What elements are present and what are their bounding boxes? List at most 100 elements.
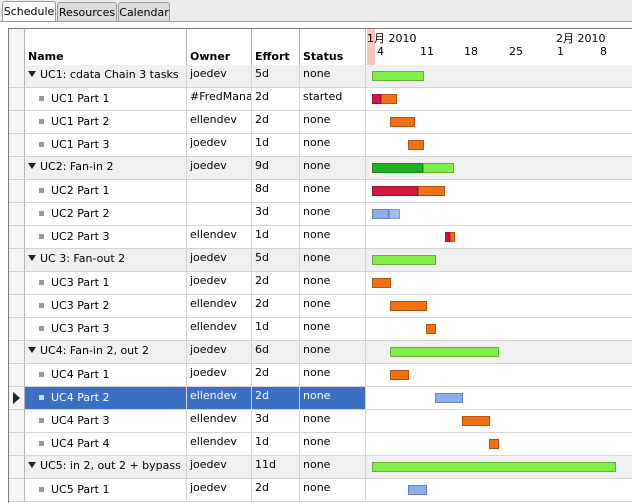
row-header[interactable] [9, 203, 25, 226]
cell-owner[interactable]: joedev [187, 65, 252, 88]
cell-name[interactable]: UC1 Part 2 [25, 111, 187, 134]
cell-name[interactable]: UC3 Part 2 [25, 295, 187, 318]
cell-owner[interactable] [187, 203, 252, 226]
cell-name[interactable]: UC4 Part 4 [25, 433, 187, 456]
timeline-header[interactable]: 1月 2010 2月 2010 4 11 18 25 1 8 [366, 29, 632, 65]
gantt-cell[interactable] [366, 295, 632, 318]
cell-owner[interactable] [187, 180, 252, 203]
cell-owner[interactable]: joedev [187, 272, 252, 295]
cell-owner[interactable]: ellendev [187, 295, 252, 318]
cell-effort[interactable]: 3d [252, 410, 300, 433]
gantt-cell[interactable] [366, 364, 632, 387]
cell-status[interactable]: none [300, 479, 366, 502]
task-bar[interactable] [372, 186, 418, 196]
summary-bar[interactable] [423, 163, 454, 173]
gantt-cell[interactable] [366, 226, 632, 249]
cell-name[interactable]: UC4 Part 1 [25, 364, 187, 387]
row-header[interactable] [9, 410, 25, 433]
task-row[interactable]: UC3 Part 2 ellendev 2d none [25, 295, 632, 318]
cell-owner[interactable]: joedev [187, 456, 252, 479]
cell-status[interactable]: none [300, 272, 366, 295]
cell-status[interactable]: none [300, 318, 366, 341]
gantt-cell[interactable] [366, 341, 632, 364]
tab-resources[interactable]: Resources [57, 2, 117, 22]
cell-status[interactable]: none [300, 341, 366, 364]
cell-effort[interactable]: 5d [252, 249, 300, 272]
cell-name[interactable]: UC2 Part 2 [25, 203, 187, 226]
cell-effort[interactable]: 2d [252, 295, 300, 318]
cell-status[interactable]: none [300, 111, 366, 134]
task-bar[interactable] [390, 370, 409, 380]
cell-name[interactable]: UC2: Fan-in 2 [25, 157, 187, 180]
cell-status[interactable]: none [300, 226, 366, 249]
cell-effort[interactable]: 6d [252, 341, 300, 364]
task-row[interactable]: UC4 Part 1 joedev 2d none [25, 364, 632, 387]
row-header[interactable] [9, 318, 25, 341]
cell-status[interactable]: none [300, 364, 366, 387]
cell-name[interactable]: UC2 Part 1 [25, 180, 187, 203]
cell-status[interactable]: none [300, 157, 366, 180]
row-header[interactable] [9, 111, 25, 134]
row-header[interactable] [9, 272, 25, 295]
cell-status[interactable]: none [300, 410, 366, 433]
task-row[interactable]: UC3 Part 3 ellendev 1d none [25, 318, 632, 341]
cell-name[interactable]: UC1 Part 3 [25, 134, 187, 157]
row-header[interactable] [9, 479, 25, 502]
gantt-cell[interactable] [366, 157, 632, 180]
expand-triangle-icon[interactable] [28, 163, 36, 169]
row-header[interactable] [9, 65, 25, 88]
task-bar[interactable] [418, 186, 445, 196]
gantt-cell[interactable] [366, 203, 632, 226]
cell-effort[interactable]: 8d [252, 180, 300, 203]
task-row[interactable]: UC4 Part 2 ellendev 2d none [25, 387, 632, 410]
row-header[interactable] [9, 295, 25, 318]
cell-effort[interactable]: 2d [252, 111, 300, 134]
task-row[interactable]: UC4 Part 3 ellendev 3d none [25, 410, 632, 433]
gantt-cell[interactable] [366, 134, 632, 157]
cell-status[interactable]: none [300, 433, 366, 456]
cell-effort[interactable]: 3d [252, 203, 300, 226]
task-row[interactable]: UC2 Part 3 ellendev 1d none [25, 226, 632, 249]
task-bar[interactable] [381, 94, 397, 104]
task-row[interactable]: UC4 Part 4 ellendev 1d none [25, 433, 632, 456]
cell-status[interactable]: none [300, 456, 366, 479]
cell-name[interactable]: UC3 Part 1 [25, 272, 187, 295]
summary-bar[interactable] [372, 163, 423, 173]
cell-owner[interactable]: ellendev [187, 111, 252, 134]
cell-owner[interactable]: joedev [187, 479, 252, 502]
cell-name[interactable]: UC5 Part 1 [25, 479, 187, 502]
cell-effort[interactable]: 2d [252, 364, 300, 387]
task-row[interactable]: UC3 Part 1 joedev 2d none [25, 272, 632, 295]
column-header-name[interactable]: Name [25, 29, 187, 65]
task-bar[interactable] [426, 324, 436, 334]
task-row[interactable]: UC1 Part 2 ellendev 2d none [25, 111, 632, 134]
task-row[interactable]: UC2 Part 2 3d none [25, 203, 632, 226]
cell-name[interactable]: UC2 Part 3 [25, 226, 187, 249]
gantt-cell[interactable] [366, 387, 632, 410]
gantt-cell[interactable] [366, 479, 632, 502]
task-row[interactable]: UC5 Part 1 joedev 2d none [25, 479, 632, 502]
row-header[interactable] [9, 341, 25, 364]
column-header-effort[interactable]: Effort [252, 29, 300, 65]
cell-name[interactable]: UC5: in 2, out 2 + bypass [25, 456, 187, 479]
task-bar[interactable] [489, 439, 499, 449]
cell-owner[interactable]: joedev [187, 249, 252, 272]
task-group-row[interactable]: UC2: Fan-in 2 joedev 9d none [25, 157, 632, 180]
cell-owner[interactable]: ellendev [187, 387, 252, 410]
task-group-row[interactable]: UC5: in 2, out 2 + bypass joedev 11d none [25, 456, 632, 479]
cell-status[interactable]: none [300, 387, 366, 410]
task-bar[interactable] [408, 485, 427, 495]
gantt-cell[interactable] [366, 410, 632, 433]
row-header[interactable] [9, 387, 25, 410]
gantt-cell[interactable] [366, 65, 632, 88]
task-bar[interactable] [408, 140, 424, 150]
row-header[interactable] [9, 433, 25, 456]
cell-owner[interactable]: joedev [187, 134, 252, 157]
tab-calendar[interactable]: Calendar [118, 2, 170, 22]
expand-triangle-icon[interactable] [28, 347, 36, 353]
cell-owner[interactable]: ellendev [187, 410, 252, 433]
cell-effort[interactable]: 1d [252, 226, 300, 249]
column-header-status[interactable]: Status [300, 29, 366, 65]
tab-schedule[interactable]: Schedule [2, 1, 56, 22]
row-header[interactable] [9, 249, 25, 272]
